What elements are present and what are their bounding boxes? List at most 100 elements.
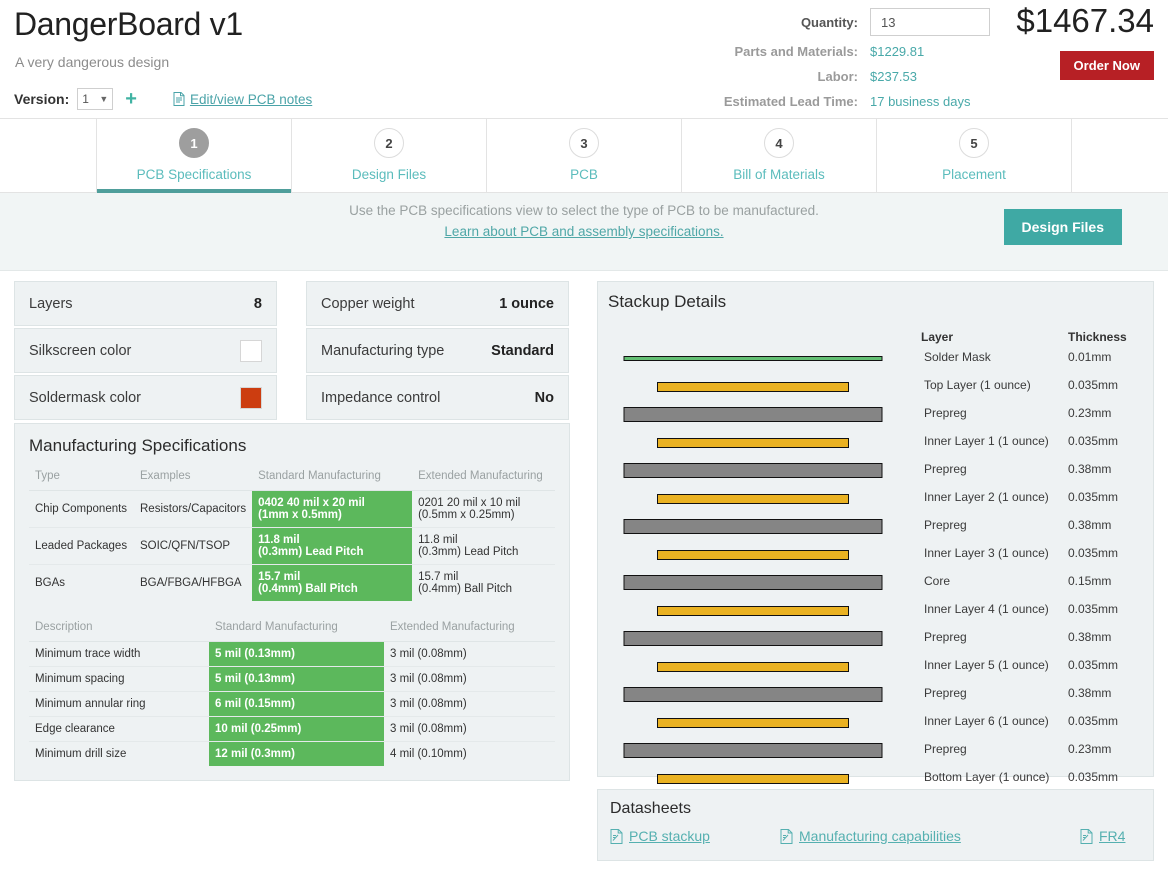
table-row: Minimum trace width5 mil (0.13mm)3 mil (…: [29, 642, 555, 667]
stackup-bar-mask: [624, 356, 883, 361]
stackup-layer-row: Prepreg 0.38mm: [598, 512, 1153, 540]
stackup-layer-row: Inner Layer 2 (1 ounce) 0.035mm: [598, 484, 1153, 512]
design-files-button[interactable]: Design Files: [1004, 209, 1122, 245]
stackup-layer-row: Inner Layer 4 (1 ounce)0.035mm: [598, 596, 1153, 624]
datasheets-links: PCB stackup Manufacturing capabilities FR4: [610, 828, 1141, 844]
cell-extended: 3 mil (0.08mm): [384, 692, 555, 717]
spec-card-value: 8: [254, 296, 262, 312]
stackup-layer-graphic: [598, 540, 908, 568]
cell-extended: 4 mil (0.10mm): [384, 742, 555, 767]
cell-description: Minimum annular ring: [29, 692, 209, 717]
manufacturing-specifications-title: Manufacturing Specifications: [29, 436, 555, 456]
datasheet-link-label: Manufacturing capabilities: [799, 828, 961, 844]
quantity-row: Quantity:: [688, 8, 990, 36]
stackup-layer-thickness: 0.38mm: [1068, 518, 1111, 532]
spec-card-copper-weight[interactable]: Copper weight1 ounce: [306, 281, 569, 326]
cell-extended: 15.7 mil (0.4mm) Ball Pitch: [412, 565, 555, 602]
stackup-layer-graphic: [598, 624, 908, 652]
cell-type: Leaded Packages: [29, 528, 134, 565]
parts-materials-value[interactable]: $1229.81: [870, 44, 924, 59]
learn-specifications-link[interactable]: Learn about PCB and assembly specificati…: [444, 224, 723, 239]
stackup-bar-core: [624, 575, 883, 590]
info-banner-line1: Use the PCB specifications view to selec…: [0, 203, 1168, 218]
version-select[interactable]: 1 ▼: [77, 88, 113, 110]
stackup-layer-graphic: [598, 652, 908, 680]
stackup-layer-name: Prepreg: [924, 518, 967, 532]
order-now-button[interactable]: Order Now: [1060, 51, 1154, 80]
stackup-layer-graphic: [598, 708, 908, 736]
stackup-layer-name: Core: [924, 574, 950, 588]
edit-pcb-notes-link[interactable]: Edit/view PCB notes: [173, 92, 312, 107]
datasheet-link-manufacturing-capabilities[interactable]: Manufacturing capabilities: [780, 828, 1080, 844]
table-row: Leaded PackagesSOIC/QFN/TSOP11.8 mil (0.…: [29, 528, 555, 565]
spec-card-silkscreen-color[interactable]: Silkscreen color: [14, 328, 277, 373]
document-icon: [173, 92, 185, 106]
datasheet-link-label: PCB stackup: [629, 828, 710, 844]
stackup-bar-core: [624, 687, 883, 702]
quantity-label: Quantity:: [688, 15, 858, 30]
column-header: Extended Manufacturing: [384, 615, 555, 642]
info-banner-text: Use the PCB specifications view to selec…: [0, 203, 1168, 239]
cell-examples: Resistors/Capacitors: [134, 491, 252, 528]
stackup-layer-thickness: 0.23mm: [1068, 742, 1111, 756]
spec-card-label: Soldermask color: [29, 390, 141, 406]
tab-pcb[interactable]: 3PCB: [486, 119, 681, 193]
tab-step-number: 1: [179, 128, 209, 158]
color-swatch-silkscreen-color[interactable]: [240, 340, 262, 362]
datasheet-link-pcb-stackup[interactable]: PCB stackup: [610, 828, 780, 844]
datasheet-link-fr4[interactable]: FR4: [1080, 828, 1125, 844]
chevron-down-icon: ▼: [99, 94, 108, 104]
cell-type: BGAs: [29, 565, 134, 602]
stackup-layer-row: Prepreg0.38mm: [598, 680, 1153, 708]
spec-card-value: 1 ounce: [499, 296, 554, 312]
trace-capability-table: DescriptionStandard ManufacturingExtende…: [29, 615, 555, 766]
add-version-button[interactable]: +: [125, 89, 137, 109]
spec-card-impedance-control[interactable]: Impedance controlNo: [306, 375, 569, 420]
tab-design-files[interactable]: 2Design Files: [291, 119, 486, 193]
cell-description: Minimum drill size: [29, 742, 209, 767]
tab-bill-of-materials[interactable]: 4Bill of Materials: [681, 119, 876, 193]
stackup-layer-thickness: 0.38mm: [1068, 630, 1111, 644]
cell-description: Minimum trace width: [29, 642, 209, 667]
table-header-row: TypeExamplesStandard ManufacturingExtend…: [29, 464, 555, 491]
stackup-layer-thickness: 0.035mm: [1068, 602, 1118, 616]
tab-placement[interactable]: 5Placement: [876, 119, 1071, 193]
cell-standard: 0402 40 mil x 20 mil (1mm x 0.5mm): [252, 491, 412, 528]
spec-card-layers[interactable]: Layers8: [14, 281, 277, 326]
stackup-layer-thickness: 0.38mm: [1068, 462, 1111, 476]
tab-label: Design Files: [352, 167, 426, 182]
column-header: Description: [29, 615, 209, 642]
version-label: Version:: [14, 91, 69, 107]
color-swatch-soldermask-color[interactable]: [240, 387, 262, 409]
quantity-input[interactable]: [870, 8, 990, 36]
pcb-spec-cards: Layers8Silkscreen colorSoldermask color …: [14, 281, 570, 422]
table-row: Minimum drill size12 mil (0.3mm)4 mil (0…: [29, 742, 555, 767]
stackup-layer-name: Inner Layer 3 (1 ounce): [924, 546, 1049, 560]
stackup-bar-copper: [657, 438, 849, 448]
labor-value[interactable]: $237.53: [870, 69, 917, 84]
tab-pcb-specifications[interactable]: 1PCB Specifications: [96, 119, 291, 193]
spec-card-soldermask-color[interactable]: Soldermask color: [14, 375, 277, 420]
stackup-layer-thickness: 0.035mm: [1068, 714, 1118, 728]
stackup-layer-thickness: 0.035mm: [1068, 490, 1118, 504]
stackup-layer-name: Solder Mask: [924, 350, 991, 364]
stackup-bar-copper: [657, 550, 849, 560]
stackup-layer-name: Top Layer (1 ounce): [924, 378, 1031, 392]
stackup-layer-name: Prepreg: [924, 630, 967, 644]
stackup-layer-row: Prepreg0.23mm: [598, 400, 1153, 428]
stackup-layer-name: Bottom Layer (1 ounce): [924, 770, 1049, 784]
stackup-layer-row: Top Layer (1 ounce)0.035mm: [598, 372, 1153, 400]
stackup-layer-thickness: 0.15mm: [1068, 574, 1111, 588]
tab-label: PCB: [570, 167, 598, 182]
lead-time-value[interactable]: 17 business days: [870, 94, 970, 109]
stackup-layer-graphic: [598, 456, 908, 484]
spec-card-manufacturing-type[interactable]: Manufacturing typeStandard: [306, 328, 569, 373]
version-bar: Version: 1 ▼ + Edit/view PCB notes: [14, 88, 312, 110]
stackup-layer-graphic: [598, 400, 908, 428]
stackup-layer-graphic: [598, 344, 908, 372]
pdf-icon: [610, 829, 623, 844]
stackup-layer-row: Inner Layer 1 (1 ounce)0.035mm: [598, 428, 1153, 456]
labor-label: Labor:: [688, 69, 858, 84]
datasheet-link-label: FR4: [1099, 828, 1125, 844]
stackup-layer-name: Inner Layer 2 (1 ounce): [924, 490, 1049, 504]
